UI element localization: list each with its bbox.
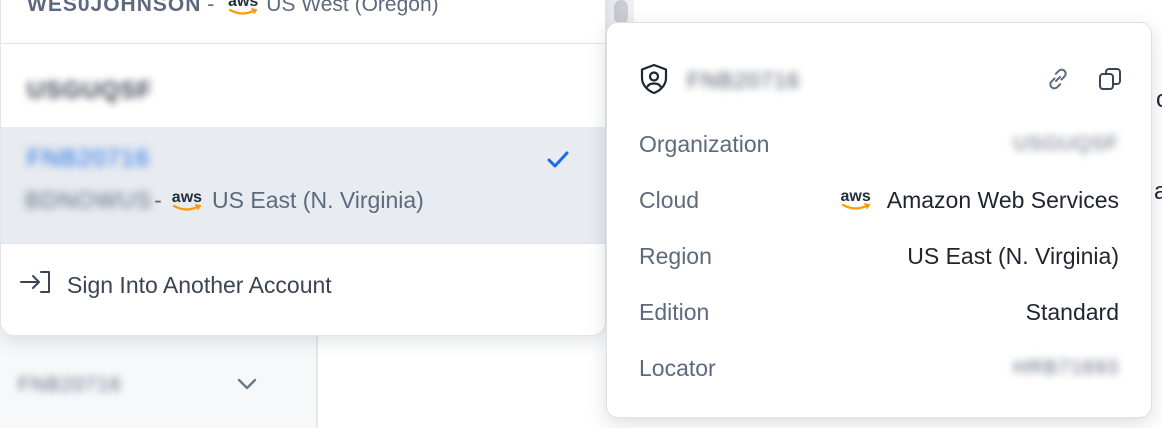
scrollbar-thumb[interactable] [614,0,628,24]
info-label: Edition [639,298,710,325]
chevron-down-icon [236,375,258,396]
info-value: HRB71693 [1013,356,1119,379]
separator: - [201,0,221,16]
background-text-fragment: c [1156,86,1162,113]
organization-heading: USGUQSF [27,77,153,104]
account-region: US East (N. Virginia) [212,187,424,213]
info-value: US East (N. Virginia) [907,242,1119,269]
account-user: BDNOWUS [25,187,153,213]
check-icon [545,147,571,173]
previous-account-name: WES0JOHNSON [27,0,202,16]
info-label: Organization [639,130,770,157]
background-text-fragment: a [1154,178,1162,205]
account-details: BDNOWUS - aws US East (N. Virginia) [25,187,424,214]
previous-account-item[interactable]: WES0JOHNSON - aws US West (Oregon) [27,0,439,17]
nav-account-name: FNB20716 [18,373,122,396]
app-stage: FNB20716 c a WES0JOHNSON - aws US West (O… [0,0,1162,428]
aws-logo-icon: aws [841,189,871,211]
account-info-popover: FNB20716 Organization USGUQSF Cloud aws … [606,22,1152,418]
popover-account-name: FNB20716 [687,68,801,93]
link-icon[interactable] [1045,66,1071,97]
sign-in-label: Sign Into Another Account [67,271,332,298]
info-value: USGUQSF [1013,132,1119,155]
divider [1,43,605,44]
info-row-region: Region US East (N. Virginia) [639,239,1119,273]
info-label: Locator [639,354,716,381]
aws-logo-icon: aws [172,189,202,212]
info-value-cloud: aws Amazon Web Services [841,187,1119,214]
info-label: Region [639,242,712,269]
previous-account-region: US West (Oregon) [266,0,439,16]
separator: - [154,187,162,213]
info-value: Standard [1025,298,1119,325]
nav-account-selector[interactable]: FNB20716 [0,356,316,414]
info-row-locator: Locator HRB71693 [639,351,1119,385]
account-switcher-menu: WES0JOHNSON - aws US West (Oregon) USGUQS… [0,0,606,336]
info-label: Cloud [639,186,700,213]
cloud-provider-name: Amazon Web Services [886,186,1119,213]
sign-in-icon [19,268,53,302]
shield-user-icon [639,63,669,100]
popover-header: FNB20716 [639,63,1123,99]
sign-into-another-account-button[interactable]: Sign Into Another Account [1,259,605,311]
info-row-cloud: Cloud aws Amazon Web Services [639,183,1119,217]
divider [1,243,605,244]
info-row-organization: Organization USGUQSF [639,127,1119,161]
account-name: FNB20716 [27,145,150,172]
selected-account-item[interactable]: FNB20716 BDNOWUS - aws US East (N. Virgi… [1,127,605,243]
copy-icon[interactable] [1097,66,1123,97]
aws-logo-icon: aws [228,0,258,16]
popover-actions [1045,66,1123,97]
info-row-edition: Edition Standard [639,295,1119,329]
